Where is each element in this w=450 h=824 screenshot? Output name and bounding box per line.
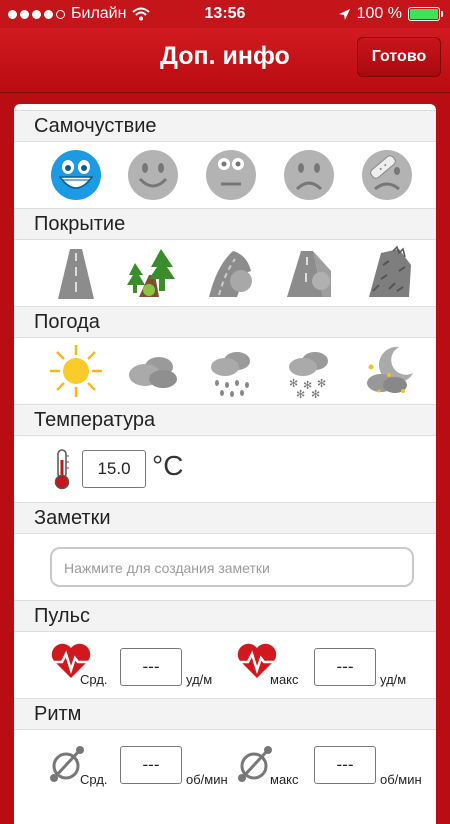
road-forest-icon[interactable] <box>125 245 181 301</box>
location-arrow-icon <box>338 8 350 20</box>
rhythm-avg-unit: об/мин <box>186 772 228 787</box>
smiley-happy-icon[interactable] <box>125 147 181 203</box>
info-panel: Самочуствие Покрытие Погода ✻ ✻ ✻ ✻ ✻ Те… <box>14 104 436 824</box>
road-flat-icon[interactable] <box>48 245 104 301</box>
smiley-neutral-icon[interactable] <box>203 147 259 203</box>
section-title-surface: Покрытие <box>34 213 126 235</box>
rhythm-avg-input[interactable]: --- <box>120 746 182 784</box>
temperature-row: 15.0 °C <box>14 436 436 502</box>
thermometer-icon <box>54 449 70 490</box>
rain-icon[interactable] <box>203 343 259 399</box>
road-mountain-icon[interactable] <box>281 245 337 301</box>
snow-icon[interactable]: ✻ ✻ ✻✻ ✻ <box>281 343 337 399</box>
section-header-weather: Погода <box>14 306 436 338</box>
section-header-temperature: Температура <box>14 404 436 436</box>
rhythm-max-input[interactable]: --- <box>314 746 376 784</box>
pulse-max-unit: уд/м <box>380 672 407 687</box>
battery-icon <box>408 7 443 21</box>
weather-row: ✻ ✻ ✻ ✻ ✻ <box>14 338 436 404</box>
status-right: 100 % <box>338 5 443 23</box>
sun-icon[interactable] <box>48 343 104 399</box>
pulse-max-label: макс <box>270 672 299 687</box>
pulse-avg-input[interactable]: --- <box>120 648 182 686</box>
pulse-avg-unit: уд/м <box>186 672 213 687</box>
svg-text:✻: ✻ <box>311 388 320 399</box>
section-title-weather: Погода <box>34 311 100 333</box>
battery-level <box>410 9 438 19</box>
section-title-wellbeing: Самочуствие <box>34 115 157 137</box>
done-button[interactable]: Готово <box>357 37 441 77</box>
section-title-rhythm: Ритм <box>34 703 82 725</box>
temperature-input[interactable]: 15.0 <box>82 450 146 488</box>
pulse-row: Срд. --- уд/м макс --- уд/м <box>14 632 436 698</box>
wellbeing-row <box>14 142 436 208</box>
notes-row: Нажмите для создания заметки <box>14 534 436 600</box>
section-header-surface: Покрытие <box>14 208 436 240</box>
road-rough-icon[interactable] <box>359 245 415 301</box>
svg-text:✻: ✻ <box>296 388 305 399</box>
cloud-icon[interactable] <box>125 343 181 399</box>
smiley-very-happy-icon[interactable] <box>48 147 104 203</box>
section-header-notes: Заметки <box>14 502 436 534</box>
section-title-pulse: Пульс <box>34 605 91 627</box>
section-title-temperature: Температура <box>34 409 156 431</box>
section-title-notes: Заметки <box>34 507 111 529</box>
rhythm-max-unit: об/мин <box>380 772 422 787</box>
smiley-sad-icon[interactable] <box>281 147 337 203</box>
pulse-avg-label: Срд. <box>80 672 108 687</box>
pulse-max-input[interactable]: --- <box>314 648 376 686</box>
rhythm-row: Срд. --- об/мин макс --- об/мин <box>14 730 436 796</box>
status-bar: Билайн 13:56 100 % <box>0 0 450 28</box>
section-header-wellbeing: Самочуствие <box>14 110 436 142</box>
section-header-pulse: Пульс <box>14 600 436 632</box>
rhythm-avg-label: Срд. <box>80 772 108 787</box>
night-icon[interactable] <box>359 343 415 399</box>
section-header-rhythm: Ритм <box>14 698 436 730</box>
notes-field[interactable]: Нажмите для создания заметки <box>50 547 414 587</box>
battery-percent: 100 % <box>356 5 402 22</box>
surface-row <box>14 240 436 306</box>
road-hill-icon[interactable] <box>203 245 259 301</box>
temperature-unit: °C <box>152 450 184 481</box>
smiley-injured-icon[interactable] <box>359 147 415 203</box>
rhythm-max-label: макс <box>270 772 299 787</box>
navigation-bar: Доп. инфо Готово <box>0 28 450 93</box>
